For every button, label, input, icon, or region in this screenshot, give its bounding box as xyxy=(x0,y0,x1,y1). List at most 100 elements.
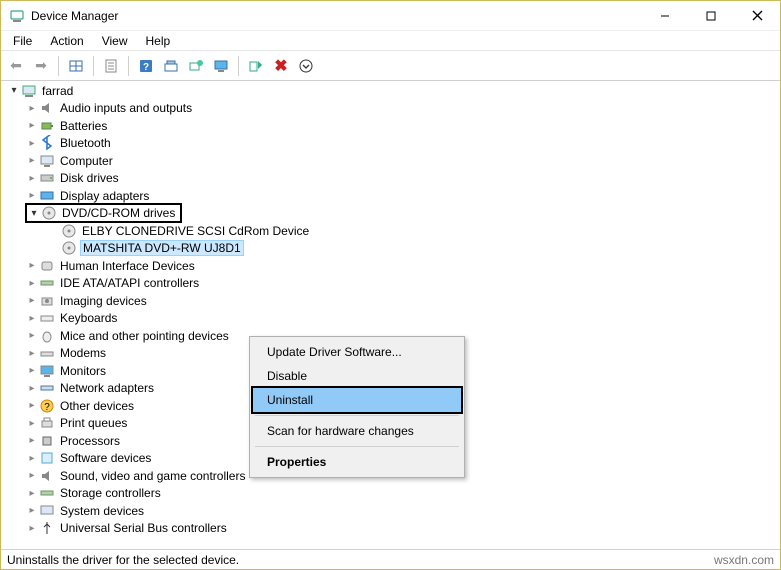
chevron-down-icon[interactable]: ▾ xyxy=(7,85,21,96)
svg-text:?: ? xyxy=(143,62,149,73)
device-icon xyxy=(39,433,55,449)
chevron-right-icon[interactable]: ▸ xyxy=(25,103,39,114)
tree-item[interactable]: ▸ Human Interface Devices xyxy=(1,257,780,275)
properties-icon[interactable] xyxy=(100,55,122,77)
ctx-uninstall[interactable]: Uninstall xyxy=(251,386,463,414)
disc-drive-icon xyxy=(61,223,77,239)
tree-root[interactable]: ▾ farrad xyxy=(1,82,780,100)
tree-item-label: Universal Serial Bus controllers xyxy=(58,521,229,535)
tree-item-label: Sound, video and game controllers xyxy=(58,469,247,483)
chevron-right-icon[interactable]: ▸ xyxy=(25,348,39,359)
disc-drive-icon xyxy=(61,240,77,256)
tree-item[interactable]: ▸Keyboards xyxy=(1,310,780,328)
chevron-right-icon[interactable]: ▸ xyxy=(25,453,39,464)
update-driver-icon[interactable] xyxy=(185,55,207,77)
help-icon[interactable]: ? xyxy=(135,55,157,77)
chevron-right-icon[interactable]: ▸ xyxy=(25,523,39,534)
ctx-scan-hardware[interactable]: Scan for hardware changes xyxy=(253,419,461,443)
chevron-right-icon[interactable]: ▸ xyxy=(25,278,39,289)
tree-item[interactable]: ▸ Imaging devices xyxy=(1,292,780,310)
down-arrow-icon[interactable] xyxy=(295,55,317,77)
device-icon xyxy=(39,275,55,291)
menu-file[interactable]: File xyxy=(5,32,40,50)
maximize-button[interactable] xyxy=(688,1,734,31)
monitor-icon[interactable] xyxy=(210,55,232,77)
forward-button[interactable]: ➡ xyxy=(30,55,52,77)
device-manager-icon xyxy=(9,8,25,24)
close-button[interactable] xyxy=(734,1,780,31)
toolbar: ⬅ ➡ ? ✖ xyxy=(1,51,780,81)
menu-help[interactable]: Help xyxy=(138,32,179,50)
device-icon xyxy=(39,310,55,326)
device-tree[interactable]: ▾ farrad ▸ Audio inputs and outputs ▸Batte… xyxy=(1,81,780,551)
chevron-right-icon[interactable]: ▸ xyxy=(25,138,39,149)
tree-item[interactable]: ▸ Universal Serial Bus controllers xyxy=(1,520,780,538)
tree-item-dvd[interactable]: ▾ DVD/CD-ROM drives xyxy=(1,205,780,223)
tree-item-label: Audio inputs and outputs xyxy=(58,101,194,115)
status-bar: Uninstalls the driver for the selected d… xyxy=(1,549,780,569)
chevron-down-icon[interactable]: ▾ xyxy=(27,208,41,219)
device-icon xyxy=(39,100,55,116)
scan-hardware-icon[interactable] xyxy=(160,55,182,77)
chevron-right-icon[interactable]: ▸ xyxy=(25,470,39,481)
tree-item-disc-child-selected[interactable]: MATSHITA DVD+-RW UJ8D1 xyxy=(1,240,780,258)
device-icon xyxy=(39,468,55,484)
tree-item-label: Software devices xyxy=(58,451,153,465)
disc-drive-icon xyxy=(41,205,57,221)
tree-item[interactable]: ▸IDE ATA/ATAPI controllers xyxy=(1,275,780,293)
chevron-right-icon[interactable]: ▸ xyxy=(25,488,39,499)
chevron-right-icon[interactable]: ▸ xyxy=(25,383,39,394)
tree-item[interactable]: ▸Storage controllers xyxy=(1,485,780,503)
chevron-right-icon[interactable]: ▸ xyxy=(25,435,39,446)
chevron-right-icon[interactable]: ▸ xyxy=(25,173,39,184)
chevron-right-icon[interactable]: ▸ xyxy=(25,418,39,429)
chevron-right-icon[interactable]: ▸ xyxy=(25,505,39,516)
titlebar: Device Manager xyxy=(1,1,780,31)
tree-item[interactable]: ▸Disk drives xyxy=(1,170,780,188)
show-hidden-icon[interactable] xyxy=(65,55,87,77)
tree-item-label: Display adapters xyxy=(58,189,151,203)
device-icon xyxy=(39,415,55,431)
tree-item-label: Other devices xyxy=(58,399,136,413)
tree-item-label: Imaging devices xyxy=(58,294,149,308)
chevron-right-icon[interactable]: ▸ xyxy=(25,260,39,271)
tree-item-label: MATSHITA DVD+-RW UJ8D1 xyxy=(80,240,244,256)
device-icon xyxy=(39,380,55,396)
chevron-right-icon[interactable]: ▸ xyxy=(25,365,39,376)
tree-item-disc-child[interactable]: ELBY CLONEDRIVE SCSI CdRom Device xyxy=(1,222,780,240)
ctx-properties[interactable]: Properties xyxy=(253,450,461,474)
tree-item[interactable]: ▸Batteries xyxy=(1,117,780,135)
tree-item[interactable]: ▸Bluetooth xyxy=(1,135,780,153)
uninstall-device-icon[interactable]: ✖ xyxy=(270,55,292,77)
chevron-right-icon[interactable]: ▸ xyxy=(25,120,39,131)
ctx-update-driver[interactable]: Update Driver Software... xyxy=(253,340,461,364)
device-icon xyxy=(39,170,55,186)
minimize-button[interactable] xyxy=(642,1,688,31)
tree-item[interactable]: ▸ Audio inputs and outputs xyxy=(1,100,780,118)
tree-item-label: Modems xyxy=(58,346,108,360)
device-icon xyxy=(39,328,55,344)
chevron-right-icon[interactable]: ▸ xyxy=(25,330,39,341)
tree-item[interactable]: ▸ Display adapters xyxy=(1,187,780,205)
tree-item-label: Computer xyxy=(58,154,115,168)
chevron-right-icon[interactable]: ▸ xyxy=(25,190,39,201)
chevron-right-icon[interactable]: ▸ xyxy=(25,313,39,324)
device-icon xyxy=(39,363,55,379)
tree-item[interactable]: ▸System devices xyxy=(1,502,780,520)
device-icon xyxy=(39,118,55,134)
menu-action[interactable]: Action xyxy=(42,32,91,50)
status-text: Uninstalls the driver for the selected d… xyxy=(7,553,239,567)
device-icon xyxy=(39,345,55,361)
device-icon xyxy=(39,503,55,519)
menu-view[interactable]: View xyxy=(94,32,136,50)
enable-device-icon[interactable] xyxy=(245,55,267,77)
chevron-right-icon[interactable]: ▸ xyxy=(25,400,39,411)
chevron-right-icon[interactable]: ▸ xyxy=(25,295,39,306)
device-icon xyxy=(39,520,55,536)
chevron-right-icon[interactable]: ▸ xyxy=(25,155,39,166)
ctx-disable[interactable]: Disable xyxy=(253,364,461,388)
window-title: Device Manager xyxy=(31,9,118,23)
tree-item[interactable]: ▸ Computer xyxy=(1,152,780,170)
tree-item-label: Human Interface Devices xyxy=(58,259,197,273)
back-button[interactable]: ⬅ xyxy=(5,55,27,77)
